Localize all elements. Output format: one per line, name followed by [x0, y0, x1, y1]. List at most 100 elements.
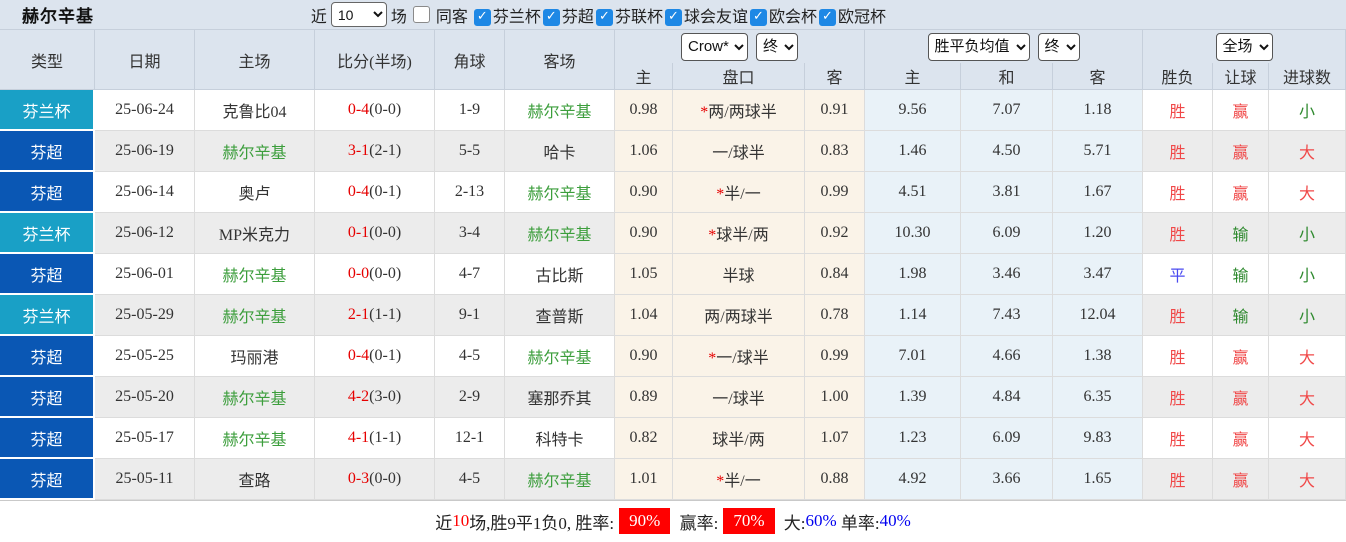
- handicap-cell: 半球: [673, 254, 805, 295]
- away-team-cell: 赫尔辛基: [505, 336, 615, 377]
- date-cell: 25-05-17: [95, 418, 195, 459]
- home-team-cell: MP米克力: [195, 213, 315, 254]
- euro-away-odds-cell: 1.20: [1053, 213, 1144, 254]
- outcome-cell: 胜: [1143, 172, 1214, 213]
- score-cell: 0-3(0-0): [315, 459, 435, 500]
- date-cell: 25-05-20: [95, 377, 195, 418]
- competition-checkbox-4[interactable]: [664, 9, 682, 27]
- summary-part-2: 10: [452, 511, 470, 530]
- sub-header-outcome: 胜负: [1143, 63, 1214, 90]
- euro-home-odds-cell: 10.30: [865, 213, 962, 254]
- home-team-name: 赫尔辛基: [222, 309, 287, 326]
- goals-result-cell: 大: [1269, 418, 1346, 459]
- sub-header-euro-draw: 和: [961, 63, 1054, 90]
- outcome-cell: 胜: [1143, 131, 1214, 172]
- summary-part-7: 大:: [779, 513, 806, 533]
- home-team-name: 玛丽港: [230, 350, 279, 367]
- odds-stage-select[interactable]: 终: [756, 32, 798, 61]
- let-goal-result-cell: 输: [1213, 213, 1270, 254]
- sub-header-euro-home: 主: [865, 63, 962, 90]
- goals-result-cell: 大: [1269, 336, 1346, 377]
- competition-label-4: 球会友谊: [683, 8, 748, 26]
- euro-home-odds-cell: 4.51: [865, 172, 962, 213]
- asian-home-odds-cell: 1.01: [615, 459, 673, 500]
- home-team-cell: 赫尔辛基: [195, 254, 315, 295]
- asian-away-odds-cell: 0.88: [805, 459, 866, 500]
- full-time-score: 0-4: [347, 101, 370, 118]
- league-type-cell: 芬兰杯: [0, 213, 95, 254]
- half-time-score: (0-0): [369, 265, 402, 282]
- date-cell: 25-05-11: [95, 459, 195, 500]
- asian-away-odds-cell: 0.92: [805, 213, 866, 254]
- handicap-text: 一/球半: [712, 391, 765, 408]
- handicap-text: 半球: [722, 268, 755, 285]
- odds-provider-select[interactable]: Crow*: [681, 32, 748, 61]
- full-time-score: 0-1: [347, 224, 370, 241]
- table-body: 芬兰杯 25-06-24 克鲁比04 0-4(0-0) 1-9 赫尔辛基 0.98 *两/两球…: [0, 90, 1346, 500]
- outcome-cell: 平: [1143, 254, 1214, 295]
- league-type-cell: 芬超: [0, 172, 95, 213]
- asian-away-odds-cell: 0.99: [805, 172, 866, 213]
- let-goal-result-cell: 输: [1213, 254, 1270, 295]
- asian-home-odds-cell: 0.90: [615, 213, 673, 254]
- corners-cell: 9-1: [435, 295, 505, 336]
- handicap-text: 一/球半: [712, 145, 765, 162]
- handicap-text: 两/两球半: [708, 104, 777, 121]
- half-time-score: (0-0): [369, 470, 402, 487]
- handicap-cell: *球半/两: [673, 213, 805, 254]
- recent-label: 近: [310, 8, 327, 26]
- match-history-panel: 赫尔辛基 近 10 场 同客 芬兰杯芬超芬联杯球会友谊欧会杯欧冠杯 类型 日期 …: [0, 0, 1346, 542]
- euro-draw-odds-cell: 4.50: [961, 131, 1054, 172]
- competition-label-2: 芬超: [561, 8, 594, 26]
- let-goal-result-cell: 赢: [1213, 418, 1270, 459]
- table-row: 芬超 25-06-19 赫尔辛基 3-1(2-1) 5-5 哈卡 1.06 一/球半 0.83 1…: [0, 131, 1346, 172]
- euro-home-odds-cell: 1.39: [865, 377, 962, 418]
- date-cell: 25-06-01: [95, 254, 195, 295]
- home-team-name: 克鲁比04: [222, 104, 287, 121]
- competition-checkbox-6[interactable]: [818, 9, 836, 27]
- competition-checkbox-3[interactable]: [595, 9, 613, 27]
- league-type-cell: 芬超: [0, 459, 95, 500]
- away-team-cell: 赫尔辛基: [505, 172, 615, 213]
- asian-away-odds-cell: 1.07: [805, 418, 866, 459]
- score-cell: 4-1(1-1): [315, 418, 435, 459]
- full-time-score: 3-1: [347, 142, 370, 159]
- euro-away-odds-cell: 1.38: [1053, 336, 1144, 377]
- score-cell: 0-4(0-0): [315, 90, 435, 131]
- half-time-score: (1-1): [369, 429, 402, 446]
- date-cell: 25-06-12: [95, 213, 195, 254]
- let-goal-result-cell: 输: [1213, 295, 1270, 336]
- euro-draw-odds-cell: 3.46: [961, 254, 1054, 295]
- euro-draw-odds-cell: 3.81: [961, 172, 1054, 213]
- europe-stage-select[interactable]: 终: [1037, 32, 1080, 61]
- asian-away-odds-cell: 0.91: [805, 90, 866, 131]
- summary-part-1: 近: [435, 513, 453, 533]
- half-time-score: (0-0): [369, 101, 402, 118]
- euro-draw-odds-cell: 6.09: [961, 213, 1054, 254]
- competition-filters: 芬兰杯 芬超 芬联杯 球会友谊 欧会杯 欧冠杯: [472, 3, 886, 27]
- home-team-cell: 赫尔辛基: [195, 418, 315, 459]
- games-label: 场: [390, 8, 407, 26]
- let-goal-result-cell: 赢: [1213, 459, 1270, 500]
- home-team-cell: 查路: [195, 459, 315, 500]
- corners-cell: 4-7: [435, 254, 505, 295]
- same-venue-checkbox[interactable]: [412, 6, 430, 23]
- euro-away-odds-cell: 1.18: [1053, 90, 1144, 131]
- result-scope-select[interactable]: 全场: [1215, 32, 1273, 61]
- away-team-cell: 古比斯: [505, 254, 615, 295]
- corners-cell: 4-5: [435, 459, 505, 500]
- handicap-text: 两/两球半: [704, 309, 773, 326]
- europe-provider-select[interactable]: 胜平负均值: [927, 32, 1030, 61]
- col-header-away: 客场: [505, 30, 615, 90]
- asian-home-odds-cell: 1.06: [615, 131, 673, 172]
- asian-away-odds-cell: 1.00: [805, 377, 866, 418]
- euro-draw-odds-cell: 3.66: [961, 459, 1054, 500]
- competition-checkbox-2[interactable]: [542, 9, 560, 27]
- sub-header-let-goal: 让球: [1213, 63, 1270, 90]
- away-team-name: 赫尔辛基: [527, 227, 592, 244]
- table-row: 芬兰杯 25-06-12 MP米克力 0-1(0-0) 3-4 赫尔辛基 0.90 *球半/两…: [0, 213, 1346, 254]
- competition-checkbox-1[interactable]: [473, 9, 491, 27]
- competition-checkbox-5[interactable]: [749, 9, 767, 27]
- outcome-cell: 胜: [1143, 336, 1214, 377]
- recent-count-select[interactable]: 10: [330, 2, 387, 27]
